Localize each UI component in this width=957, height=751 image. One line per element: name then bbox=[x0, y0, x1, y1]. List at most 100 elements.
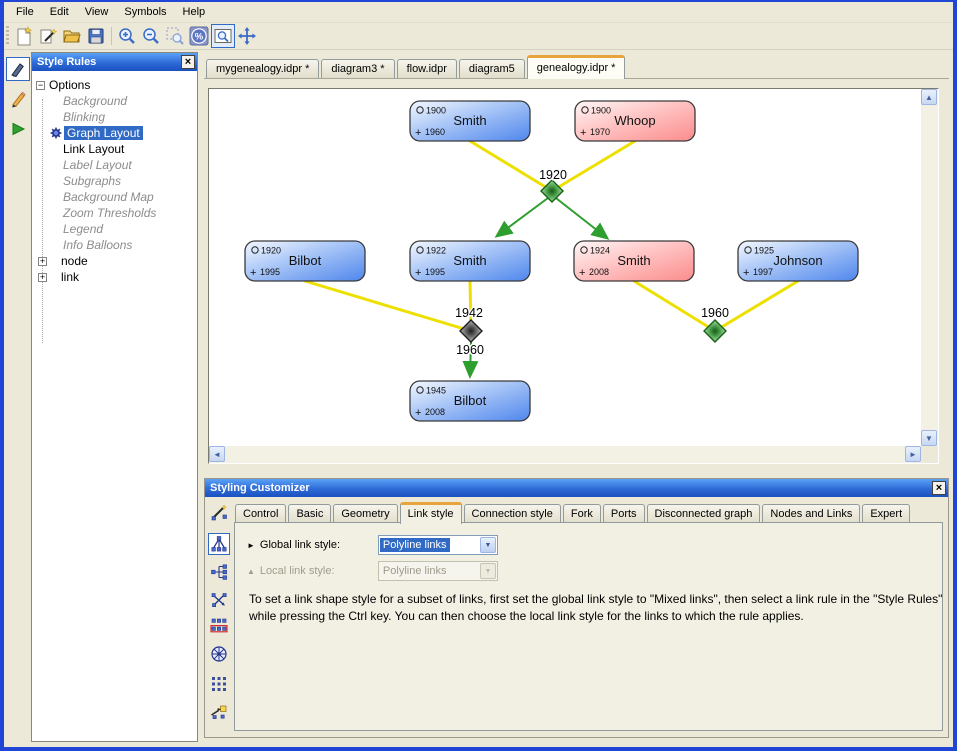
tree-label[interactable]: Background Map bbox=[63, 190, 154, 204]
canvas-horizontal-scrollbar[interactable]: ◄ ► bbox=[209, 446, 921, 463]
junction-1960[interactable] bbox=[704, 320, 726, 342]
style-brush-button[interactable] bbox=[6, 57, 30, 81]
node-bilbot-1945[interactable]: 1945 Bilbot + 2008 bbox=[410, 381, 530, 421]
tree-item-link[interactable]: + link bbox=[32, 269, 197, 285]
junction-1942-selected[interactable] bbox=[460, 320, 482, 342]
node-smith-1924[interactable]: 1924 Smith + 2008 bbox=[574, 241, 694, 281]
scroll-left-button[interactable]: ◄ bbox=[209, 446, 225, 462]
ctab-nodes-and-links[interactable]: Nodes and Links bbox=[762, 504, 860, 523]
ctab-connection-style[interactable]: Connection style bbox=[464, 504, 561, 523]
toolbar-grip[interactable] bbox=[6, 26, 9, 46]
ctab-geometry[interactable]: Geometry bbox=[333, 504, 397, 523]
tab-diagram5[interactable]: diagram5 bbox=[459, 59, 525, 78]
link-routing-button[interactable] bbox=[208, 589, 230, 611]
node-johnson-1925[interactable]: 1925 Johnson + 1997 bbox=[738, 241, 858, 281]
collapse-marker-icon[interactable]: ► bbox=[247, 541, 255, 550]
tree-layout-button[interactable] bbox=[208, 561, 230, 583]
apply-layout-button[interactable] bbox=[208, 701, 230, 723]
tree-item-link-layout[interactable]: Link Layout bbox=[32, 141, 197, 157]
tree-label[interactable]: Legend bbox=[63, 222, 103, 236]
canvas-vertical-scrollbar[interactable]: ▲ ▼ bbox=[921, 89, 938, 446]
wand-nodes-button[interactable] bbox=[208, 501, 230, 523]
zoom-out-button[interactable] bbox=[139, 24, 163, 48]
node-whoop-1900[interactable]: 1900 Whoop + 1970 bbox=[575, 101, 695, 141]
menu-edit[interactable]: Edit bbox=[42, 3, 77, 21]
junction-1920[interactable] bbox=[541, 180, 563, 202]
chevron-down-icon[interactable]: ▼ bbox=[480, 537, 496, 553]
new-document-button[interactable] bbox=[12, 24, 36, 48]
zoom-in-button[interactable] bbox=[115, 24, 139, 48]
child-links[interactable] bbox=[470, 195, 607, 376]
node-bilbot-1920[interactable]: 1920 Bilbot + 1995 bbox=[245, 241, 365, 281]
tree-item-info-balloons[interactable]: Info Balloons bbox=[32, 237, 197, 253]
tree-label[interactable]: link bbox=[61, 270, 79, 284]
tree-label[interactable]: Info Balloons bbox=[63, 238, 132, 252]
tree-item-options[interactable]: − Options bbox=[32, 77, 197, 93]
ctab-ports[interactable]: Ports bbox=[603, 504, 645, 523]
overview-button[interactable] bbox=[211, 24, 235, 48]
wizard-button[interactable] bbox=[36, 24, 60, 48]
global-link-style-select[interactable]: Polyline links ▼ bbox=[378, 535, 498, 555]
tree-label[interactable]: Zoom Thresholds bbox=[63, 206, 156, 220]
node-smith-1922[interactable]: 1922 Smith + 1995 bbox=[410, 241, 530, 281]
style-rules-close-button[interactable]: × bbox=[181, 55, 195, 69]
menu-symbols[interactable]: Symbols bbox=[116, 3, 174, 21]
tree-item-label-layout[interactable]: Label Layout bbox=[32, 157, 197, 173]
grid-layout-button[interactable] bbox=[208, 615, 230, 637]
scroll-down-button[interactable]: ▼ bbox=[921, 430, 937, 446]
edit-pencil-button[interactable] bbox=[6, 87, 30, 111]
collapse-icon[interactable]: − bbox=[36, 81, 45, 90]
tab-genealogy-active[interactable]: genealogy.idpr * bbox=[527, 55, 626, 79]
menu-help[interactable]: Help bbox=[175, 3, 214, 21]
ctab-link-style-active[interactable]: Link style bbox=[400, 502, 462, 524]
ctab-expert[interactable]: Expert bbox=[862, 504, 910, 523]
ctab-fork[interactable]: Fork bbox=[563, 504, 601, 523]
pan-button[interactable] bbox=[235, 24, 259, 48]
gear-icon bbox=[50, 127, 62, 139]
tree-label[interactable]: node bbox=[61, 254, 88, 268]
zoom-percent-button[interactable]: % bbox=[187, 24, 211, 48]
hierarchical-layout-button[interactable] bbox=[208, 533, 230, 555]
tree-label[interactable]: Background bbox=[63, 94, 127, 108]
link-1920-smith1922[interactable] bbox=[497, 195, 552, 236]
circular-layout-button[interactable] bbox=[208, 643, 230, 665]
run-button[interactable] bbox=[6, 117, 30, 141]
tree-item-background-map[interactable]: Background Map bbox=[32, 189, 197, 205]
ctab-disconnected-graph[interactable]: Disconnected graph bbox=[647, 504, 761, 523]
menu-file[interactable]: File bbox=[8, 3, 42, 21]
tree-label[interactable]: Options bbox=[49, 78, 90, 92]
menu-view[interactable]: View bbox=[77, 3, 117, 21]
link-whoop-1920[interactable] bbox=[552, 141, 635, 191]
tree-label[interactable]: Label Layout bbox=[63, 158, 132, 172]
node-smith-1900[interactable]: 1900 Smith + 1960 bbox=[410, 101, 530, 141]
tree-item-node[interactable]: + node bbox=[32, 253, 197, 269]
expand-icon[interactable]: + bbox=[38, 273, 47, 282]
tab-flow[interactable]: flow.idpr bbox=[397, 59, 457, 78]
expand-icon[interactable]: + bbox=[38, 257, 47, 266]
tree-item-blinking[interactable]: Blinking bbox=[32, 109, 197, 125]
link-bilbot1920-1942[interactable] bbox=[305, 281, 471, 331]
random-layout-button[interactable] bbox=[208, 673, 230, 695]
ctab-basic[interactable]: Basic bbox=[288, 504, 331, 523]
scroll-up-button[interactable]: ▲ bbox=[921, 89, 937, 105]
tree-label-selected[interactable]: Graph Layout bbox=[64, 126, 143, 140]
link-1920-smith1924[interactable] bbox=[552, 195, 607, 238]
tree-item-subgraphs[interactable]: Subgraphs bbox=[32, 173, 197, 189]
tree-label[interactable]: Blinking bbox=[63, 110, 105, 124]
zoom-area-button[interactable] bbox=[163, 24, 187, 48]
link-smith1900-1920[interactable] bbox=[470, 141, 552, 191]
tab-mygenealogy[interactable]: mygenealogy.idpr * bbox=[206, 59, 319, 78]
tree-item-legend[interactable]: Legend bbox=[32, 221, 197, 237]
save-button[interactable] bbox=[84, 24, 108, 48]
diagram-viewport[interactable]: 1900 Smith + 1960 1900 Whoop + 1970 bbox=[209, 89, 921, 446]
tree-item-zoom-thresholds[interactable]: Zoom Thresholds bbox=[32, 205, 197, 221]
customizer-close-button[interactable]: × bbox=[932, 481, 946, 495]
tree-item-background[interactable]: Background bbox=[32, 93, 197, 109]
tree-item-graph-layout[interactable]: Graph Layout bbox=[32, 125, 197, 141]
ctab-control[interactable]: Control bbox=[235, 504, 286, 523]
tree-label[interactable]: Link Layout bbox=[63, 142, 124, 156]
tree-label[interactable]: Subgraphs bbox=[63, 174, 121, 188]
scroll-right-button[interactable]: ► bbox=[905, 446, 921, 462]
open-button[interactable] bbox=[60, 24, 84, 48]
tab-diagram3[interactable]: diagram3 * bbox=[321, 59, 394, 78]
